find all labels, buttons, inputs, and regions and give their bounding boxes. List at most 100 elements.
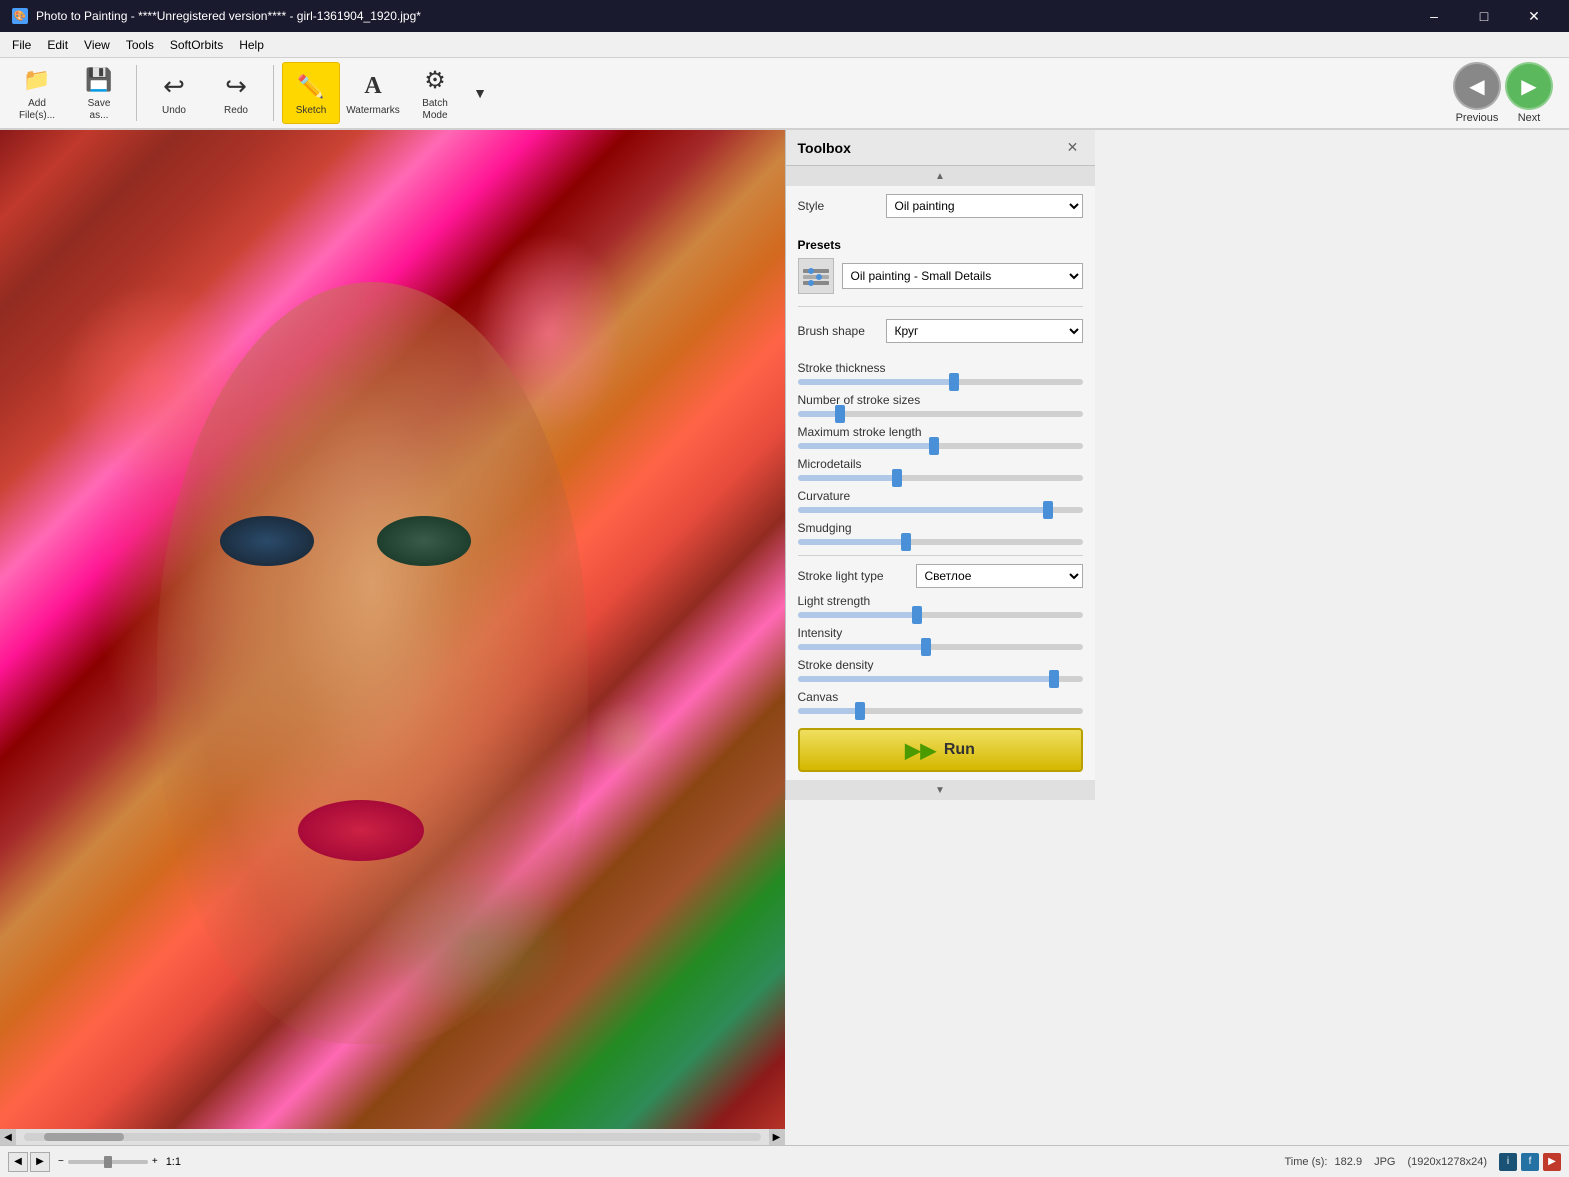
undo-icon: ↩ bbox=[158, 71, 190, 103]
toolbar-divider-1 bbox=[136, 65, 137, 121]
status-nav-left[interactable]: ◀ bbox=[8, 1152, 28, 1172]
stroke-density-track[interactable] bbox=[798, 676, 1083, 682]
max-stroke-length-label: Maximum stroke length bbox=[798, 425, 1083, 439]
stroke-thickness-fill bbox=[798, 379, 955, 385]
stroke-sizes-fill bbox=[798, 411, 841, 417]
menu-tools[interactable]: Tools bbox=[118, 34, 162, 56]
style-row: Style Oil painting bbox=[798, 194, 1083, 218]
menu-bar: File Edit View Tools SoftOrbits Help bbox=[0, 32, 1569, 58]
close-button[interactable]: ✕ bbox=[1511, 0, 1557, 32]
zoom-thumb[interactable] bbox=[104, 1156, 112, 1168]
redo-button[interactable]: ↪ Redo bbox=[207, 62, 265, 124]
stroke-sizes-thumb[interactable] bbox=[835, 405, 845, 423]
presets-select[interactable]: Oil painting - Small Details bbox=[842, 263, 1083, 289]
stroke-thickness-group: Stroke thickness bbox=[786, 359, 1095, 391]
add-file-label: AddFile(s)... bbox=[19, 98, 55, 122]
next-button[interactable]: ▶ bbox=[1505, 62, 1553, 110]
curvature-group: Curvature bbox=[786, 487, 1095, 519]
presets-label: Presets bbox=[798, 238, 1083, 252]
curvature-thumb[interactable] bbox=[1043, 501, 1053, 519]
sketch-button[interactable]: ✏️ Sketch bbox=[282, 62, 340, 124]
intensity-track[interactable] bbox=[798, 644, 1083, 650]
time-display: Time (s): 182.9 bbox=[1285, 1156, 1363, 1168]
menu-help[interactable]: Help bbox=[231, 34, 272, 56]
toolbox-header: Toolbox ✕ bbox=[786, 130, 1095, 166]
watermarks-button[interactable]: A Watermarks bbox=[344, 62, 402, 124]
title-bar-left: 🎨 Photo to Painting - ****Unregistered v… bbox=[12, 8, 421, 24]
scrollbar-thumb[interactable] bbox=[44, 1133, 124, 1141]
status-nav-right[interactable]: ▶ bbox=[30, 1152, 50, 1172]
format-display: JPG bbox=[1374, 1156, 1395, 1168]
intensity-thumb[interactable] bbox=[921, 638, 931, 656]
max-stroke-length-track[interactable] bbox=[798, 443, 1083, 449]
maximize-button[interactable]: □ bbox=[1461, 0, 1507, 32]
minimize-button[interactable]: – bbox=[1411, 0, 1457, 32]
stroke-sizes-track[interactable] bbox=[798, 411, 1083, 417]
menu-edit[interactable]: Edit bbox=[39, 34, 76, 56]
toolbox-close-button[interactable]: ✕ bbox=[1063, 138, 1083, 158]
stroke-thickness-track[interactable] bbox=[798, 379, 1083, 385]
batch-mode-icon: ⚙ bbox=[419, 64, 451, 96]
microdetails-track[interactable] bbox=[798, 475, 1083, 481]
eye-left-detail bbox=[220, 516, 314, 567]
toolbox-scroll-down-button[interactable]: ▼ bbox=[786, 780, 1095, 800]
zoom-track[interactable] bbox=[68, 1160, 148, 1164]
menu-view[interactable]: View bbox=[76, 34, 118, 56]
smudging-thumb[interactable] bbox=[901, 533, 911, 551]
zoom-out-label: − bbox=[58, 1156, 64, 1167]
batch-mode-button[interactable]: ⚙ BatchMode bbox=[406, 62, 464, 124]
add-file-button[interactable]: 📁 AddFile(s)... bbox=[8, 62, 66, 124]
smudging-track[interactable] bbox=[798, 539, 1083, 545]
max-stroke-length-thumb[interactable] bbox=[929, 437, 939, 455]
stroke-density-thumb[interactable] bbox=[1049, 670, 1059, 688]
scroll-right-arrow[interactable]: ▶ bbox=[769, 1129, 785, 1145]
stroke-thickness-thumb[interactable] bbox=[949, 373, 959, 391]
light-strength-thumb[interactable] bbox=[912, 606, 922, 624]
divider-1 bbox=[798, 306, 1083, 307]
toolbox-scroll-up-button[interactable]: ▲ bbox=[786, 166, 1095, 186]
menu-file[interactable]: File bbox=[4, 34, 39, 56]
canvas-scrollbar[interactable]: ◀ ▶ bbox=[0, 1129, 785, 1145]
zoom-level: 1:1 bbox=[166, 1156, 181, 1168]
divider-2 bbox=[798, 555, 1083, 556]
canvas-group: Canvas bbox=[786, 688, 1095, 720]
previous-button[interactable]: ◀ bbox=[1453, 62, 1501, 110]
canvas-image bbox=[0, 130, 785, 1145]
microdetails-fill bbox=[798, 475, 898, 481]
run-button-area: ▶▶ Run bbox=[786, 720, 1095, 780]
light-strength-group: Light strength bbox=[786, 592, 1095, 624]
youtube-icon[interactable]: ▶ bbox=[1543, 1153, 1561, 1171]
menu-softorbits[interactable]: SoftOrbits bbox=[162, 34, 231, 56]
sketch-label: Sketch bbox=[296, 105, 327, 116]
status-bar: ◀ ▶ − + 1:1 Time (s): 182.9 JPG (1920x12… bbox=[0, 1145, 1569, 1177]
save-as-label: Saveas... bbox=[88, 98, 111, 122]
brush-shape-select[interactable]: Круг bbox=[886, 319, 1083, 343]
canvas-thumb[interactable] bbox=[855, 702, 865, 720]
toolbox-title: Toolbox bbox=[798, 140, 851, 156]
next-label: Next bbox=[1505, 112, 1553, 124]
curvature-track[interactable] bbox=[798, 507, 1083, 513]
smudging-fill bbox=[798, 539, 906, 545]
microdetails-thumb[interactable] bbox=[892, 469, 902, 487]
stroke-light-type-select[interactable]: Светлое bbox=[916, 564, 1083, 588]
canvas-area[interactable]: ◀ ▶ bbox=[0, 130, 785, 1145]
canvas-track[interactable] bbox=[798, 708, 1083, 714]
light-strength-track[interactable] bbox=[798, 612, 1083, 618]
sketch-icon: ✏️ bbox=[295, 71, 327, 103]
smudging-label: Smudging bbox=[798, 521, 1083, 535]
save-as-button[interactable]: 💾 Saveas... bbox=[70, 62, 128, 124]
scrollbar-track[interactable] bbox=[24, 1133, 761, 1141]
info-icon[interactable]: i bbox=[1499, 1153, 1517, 1171]
style-select[interactable]: Oil painting bbox=[886, 194, 1083, 218]
run-icon: ▶▶ bbox=[905, 738, 936, 763]
watermarks-label: Watermarks bbox=[346, 105, 400, 116]
undo-button[interactable]: ↩ Undo bbox=[145, 62, 203, 124]
title-bar: 🎨 Photo to Painting - ****Unregistered v… bbox=[0, 0, 1569, 32]
scroll-left-arrow[interactable]: ◀ bbox=[0, 1129, 16, 1145]
presets-row: Oil painting - Small Details bbox=[798, 258, 1083, 294]
facebook-icon[interactable]: f bbox=[1521, 1153, 1539, 1171]
canvas-label: Canvas bbox=[798, 690, 1083, 704]
run-button[interactable]: ▶▶ Run bbox=[798, 728, 1083, 772]
stroke-sizes-group: Number of stroke sizes bbox=[786, 391, 1095, 423]
toolbar-more-button[interactable]: ▼ bbox=[468, 62, 492, 124]
